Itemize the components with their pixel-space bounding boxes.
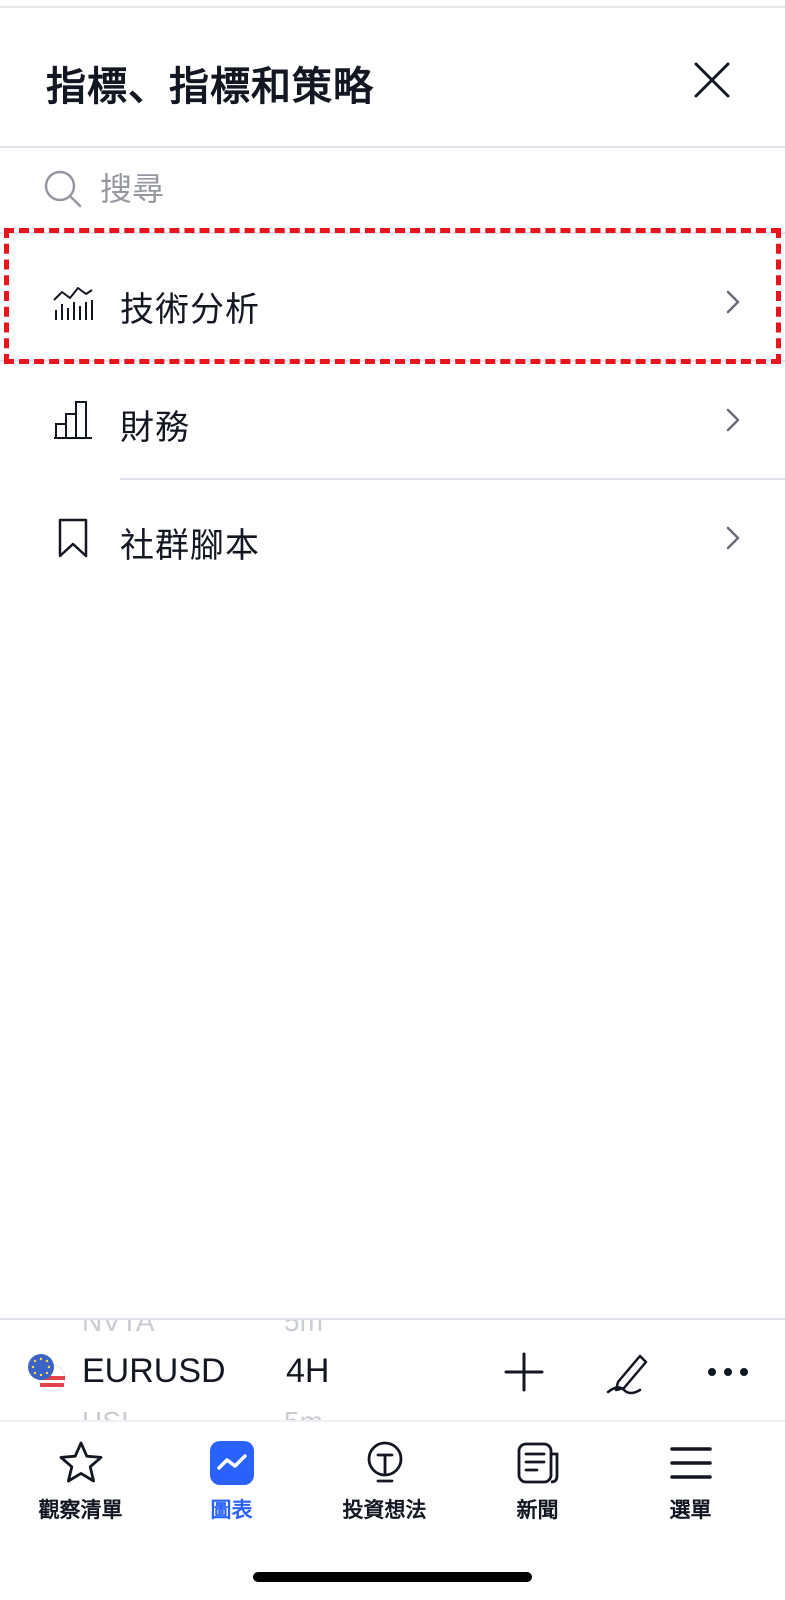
news-icon bbox=[517, 1442, 559, 1484]
tab-label: 新聞 bbox=[516, 1498, 559, 1522]
search-icon bbox=[44, 170, 82, 208]
tab-menu[interactable]: 選單 bbox=[612, 1422, 769, 1532]
menu-item-label: 社群腳本 bbox=[120, 526, 260, 566]
interval-selector[interactable]: 4H bbox=[286, 1352, 329, 1391]
menu-item-label: 財務 bbox=[120, 408, 190, 448]
bottom-tab-bar: 觀察清單 圖表 投資想法 新聞 選單 bbox=[0, 1422, 785, 1532]
menu-item-community-scripts[interactable]: 社群腳本 bbox=[0, 478, 785, 596]
lightbulb-icon bbox=[367, 1441, 403, 1483]
star-icon bbox=[59, 1441, 103, 1483]
menu-item-technical-analysis[interactable]: 技術分析 bbox=[0, 242, 785, 360]
symbol-name[interactable]: EURUSD bbox=[82, 1352, 226, 1391]
home-indicator bbox=[253, 1572, 532, 1582]
panel-header: 指標、指標和策略 bbox=[0, 8, 785, 148]
close-button[interactable] bbox=[690, 58, 734, 102]
next-interval: 5m bbox=[284, 1406, 323, 1420]
more-icon bbox=[708, 1368, 748, 1376]
chevron-right-icon bbox=[726, 526, 740, 550]
plus-icon bbox=[504, 1352, 544, 1392]
prev-symbol: NVTA bbox=[82, 1320, 155, 1337]
menu-item-label: 技術分析 bbox=[120, 290, 260, 330]
prev-interval: 5m bbox=[284, 1320, 323, 1337]
tab-watchlist[interactable]: 觀察清單 bbox=[2, 1422, 159, 1532]
more-button[interactable] bbox=[704, 1348, 752, 1396]
eurusd-flag-icon bbox=[28, 1354, 66, 1392]
next-symbol: HSI bbox=[82, 1406, 129, 1420]
tab-label: 觀察清單 bbox=[38, 1498, 123, 1522]
tab-ideas[interactable]: 投資想法 bbox=[306, 1422, 463, 1532]
tab-label: 選單 bbox=[669, 1498, 712, 1522]
pen-icon bbox=[606, 1354, 648, 1395]
chart-icon bbox=[210, 1441, 254, 1485]
bar-chart-icon bbox=[54, 401, 92, 439]
tab-label: 投資想法 bbox=[342, 1498, 427, 1522]
panel-title: 指標、指標和策略 bbox=[46, 64, 374, 110]
search-input[interactable] bbox=[100, 166, 740, 212]
search-divider bbox=[0, 232, 785, 234]
chevron-right-icon bbox=[726, 290, 740, 314]
menu-item-financials[interactable]: 財務 bbox=[0, 360, 785, 478]
indicators-panel: 指標、指標和策略 技術分析 bbox=[0, 0, 785, 1600]
close-icon bbox=[694, 62, 730, 98]
tab-chart[interactable]: 圖表 bbox=[153, 1422, 310, 1532]
symbol-bar: NVTA 5m EURUSD 4H bbox=[0, 1320, 785, 1420]
drawing-tools-button[interactable] bbox=[604, 1348, 652, 1396]
tab-label: 圖表 bbox=[210, 1498, 253, 1522]
search-row bbox=[0, 148, 785, 234]
technical-chart-icon bbox=[53, 287, 93, 320]
add-button[interactable] bbox=[500, 1348, 548, 1396]
chevron-right-icon bbox=[726, 408, 740, 432]
menu-icon bbox=[670, 1447, 712, 1479]
bookmark-icon bbox=[58, 518, 88, 558]
tab-news[interactable]: 新聞 bbox=[459, 1422, 616, 1532]
